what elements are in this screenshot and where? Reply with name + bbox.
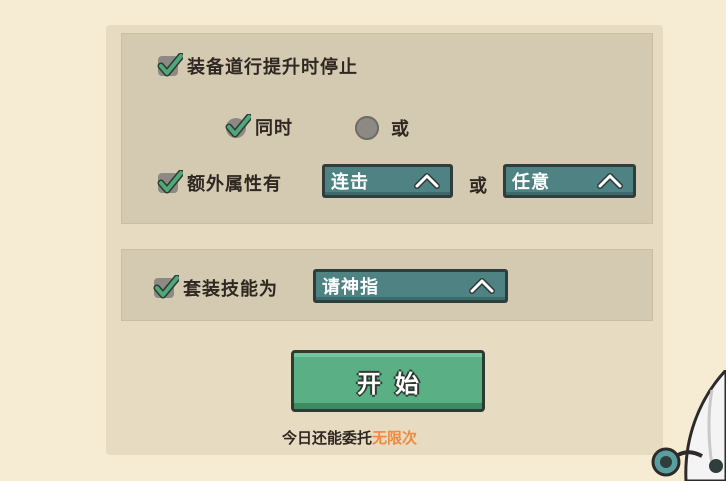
mode-and-option[interactable]: 同时	[225, 114, 293, 140]
checkmark-icon[interactable]	[157, 170, 183, 196]
mascot-character	[651, 370, 726, 481]
remaining-count-text: 今日还能委托无限次	[282, 427, 417, 448]
mode-or-label: 或	[391, 119, 410, 140]
extra-attr-label: 额外属性有	[187, 174, 282, 195]
chevron-up-icon	[414, 173, 440, 189]
extra-attr-option[interactable]: 额外属性有	[157, 170, 282, 196]
extra-attr-dropdown-1[interactable]: 连击	[322, 164, 453, 198]
set-skill-dropdown[interactable]: 请神指	[313, 269, 508, 303]
chevron-up-icon	[469, 278, 495, 294]
extra-attr-dropdown-1-value: 连击	[331, 172, 369, 193]
remaining-value: 无限次	[372, 429, 418, 447]
set-skill-label: 套装技能为	[183, 279, 278, 300]
mode-and-label: 同时	[255, 118, 293, 139]
checkmark-icon[interactable]	[157, 53, 183, 79]
checkmark-icon[interactable]	[225, 114, 251, 140]
chevron-up-icon	[597, 173, 623, 189]
extra-attr-dropdown-2[interactable]: 任意	[503, 164, 636, 198]
mode-or-option[interactable]: 或	[355, 115, 410, 141]
radio-empty-icon[interactable]	[355, 116, 379, 140]
set-skill-option[interactable]: 套装技能为	[153, 275, 278, 301]
set-skill-dropdown-value: 请神指	[322, 277, 379, 298]
extra-attr-or-label: 或	[469, 176, 487, 197]
extra-attr-dropdown-2-value: 任意	[512, 172, 550, 193]
start-button-label: 开始	[357, 369, 433, 398]
remaining-prefix: 今日还能委托	[282, 429, 373, 447]
upgrade-stop-label: 装备道行提升时停止	[187, 57, 358, 78]
upgrade-stop-option[interactable]: 装备道行提升时停止	[157, 53, 358, 79]
checkmark-icon[interactable]	[153, 275, 179, 301]
start-button[interactable]: 开始	[291, 350, 485, 412]
